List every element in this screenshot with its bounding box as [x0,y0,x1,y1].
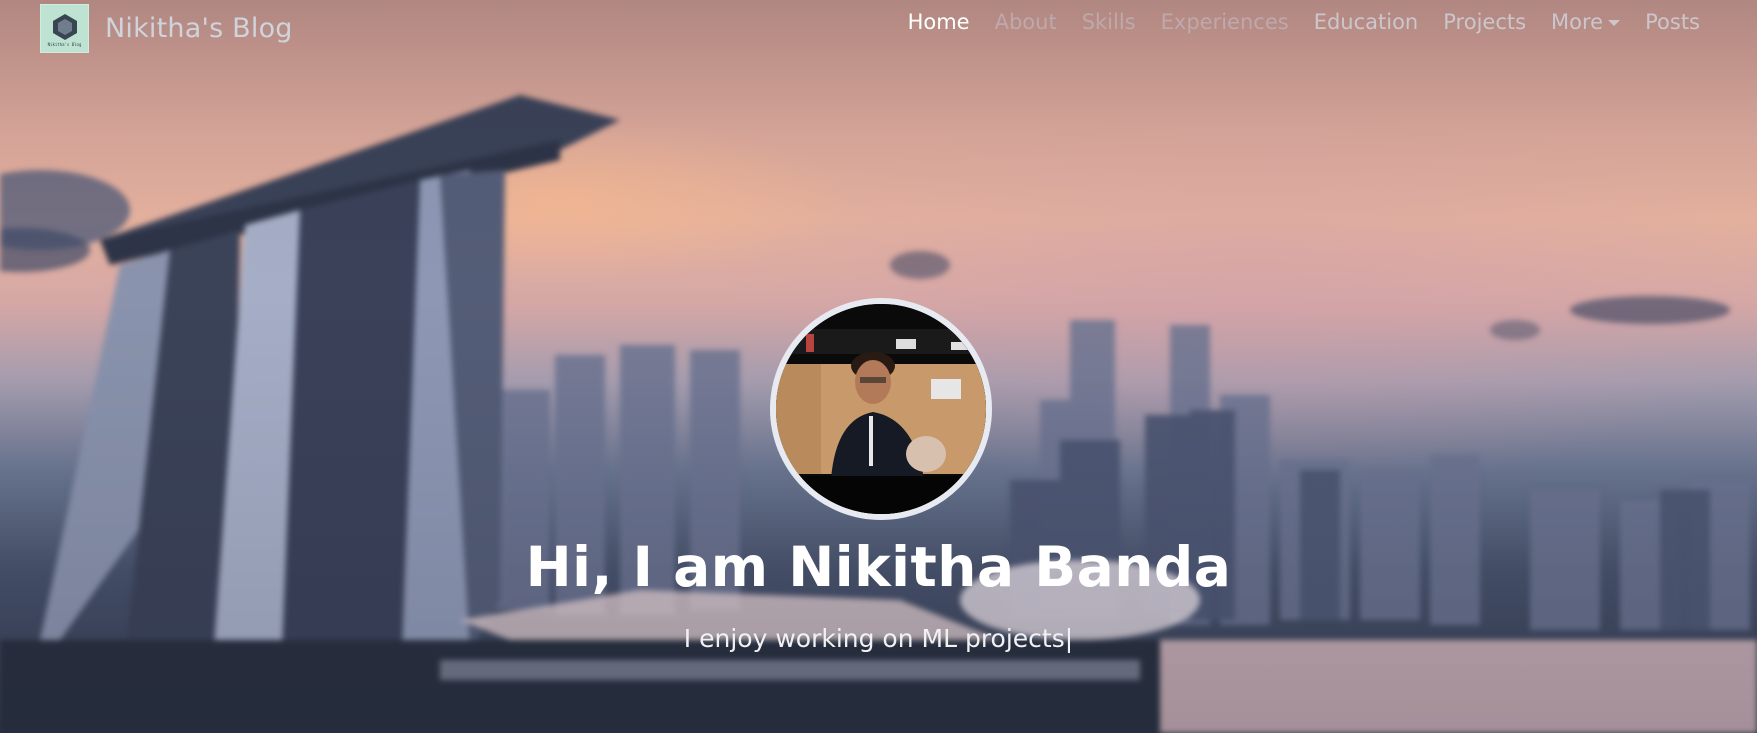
nav-menu: Home About Skills Experiences Education … [883,10,1700,34]
profile-avatar [770,298,992,520]
nav-projects[interactable]: Projects [1443,10,1526,34]
typing-text: I enjoy working on ML projects [683,624,1065,653]
nav-education[interactable]: Education [1314,10,1419,34]
nav-about[interactable]: About [995,10,1057,34]
brand-logo-caption: Nikitha's Blog [47,41,82,47]
hero-headline: Hi, I am Nikitha Banda [525,535,1232,599]
nav-more-label: More [1551,10,1604,34]
nav-skills[interactable]: Skills [1082,10,1136,34]
hero-typing-text: I enjoy working on ML projects| [0,624,1757,653]
caret-down-icon [1608,20,1621,26]
brand-name: Nikitha's Blog [105,13,293,44]
hexagon-cube-icon [52,13,77,40]
brand-logo: Nikitha's Blog [40,4,89,53]
nav-experiences[interactable]: Experiences [1161,10,1289,34]
nav-home[interactable]: Home [908,10,970,34]
nav-posts[interactable]: Posts [1645,10,1700,34]
brand-link[interactable]: Nikitha's Blog Nikitha's Blog [40,4,293,53]
top-navbar: Nikitha's Blog Nikitha's Blog Home About… [0,0,1757,53]
nav-more-dropdown[interactable]: More [1551,10,1621,34]
profile-photo [776,304,986,514]
typing-cursor: | [1064,624,1074,653]
